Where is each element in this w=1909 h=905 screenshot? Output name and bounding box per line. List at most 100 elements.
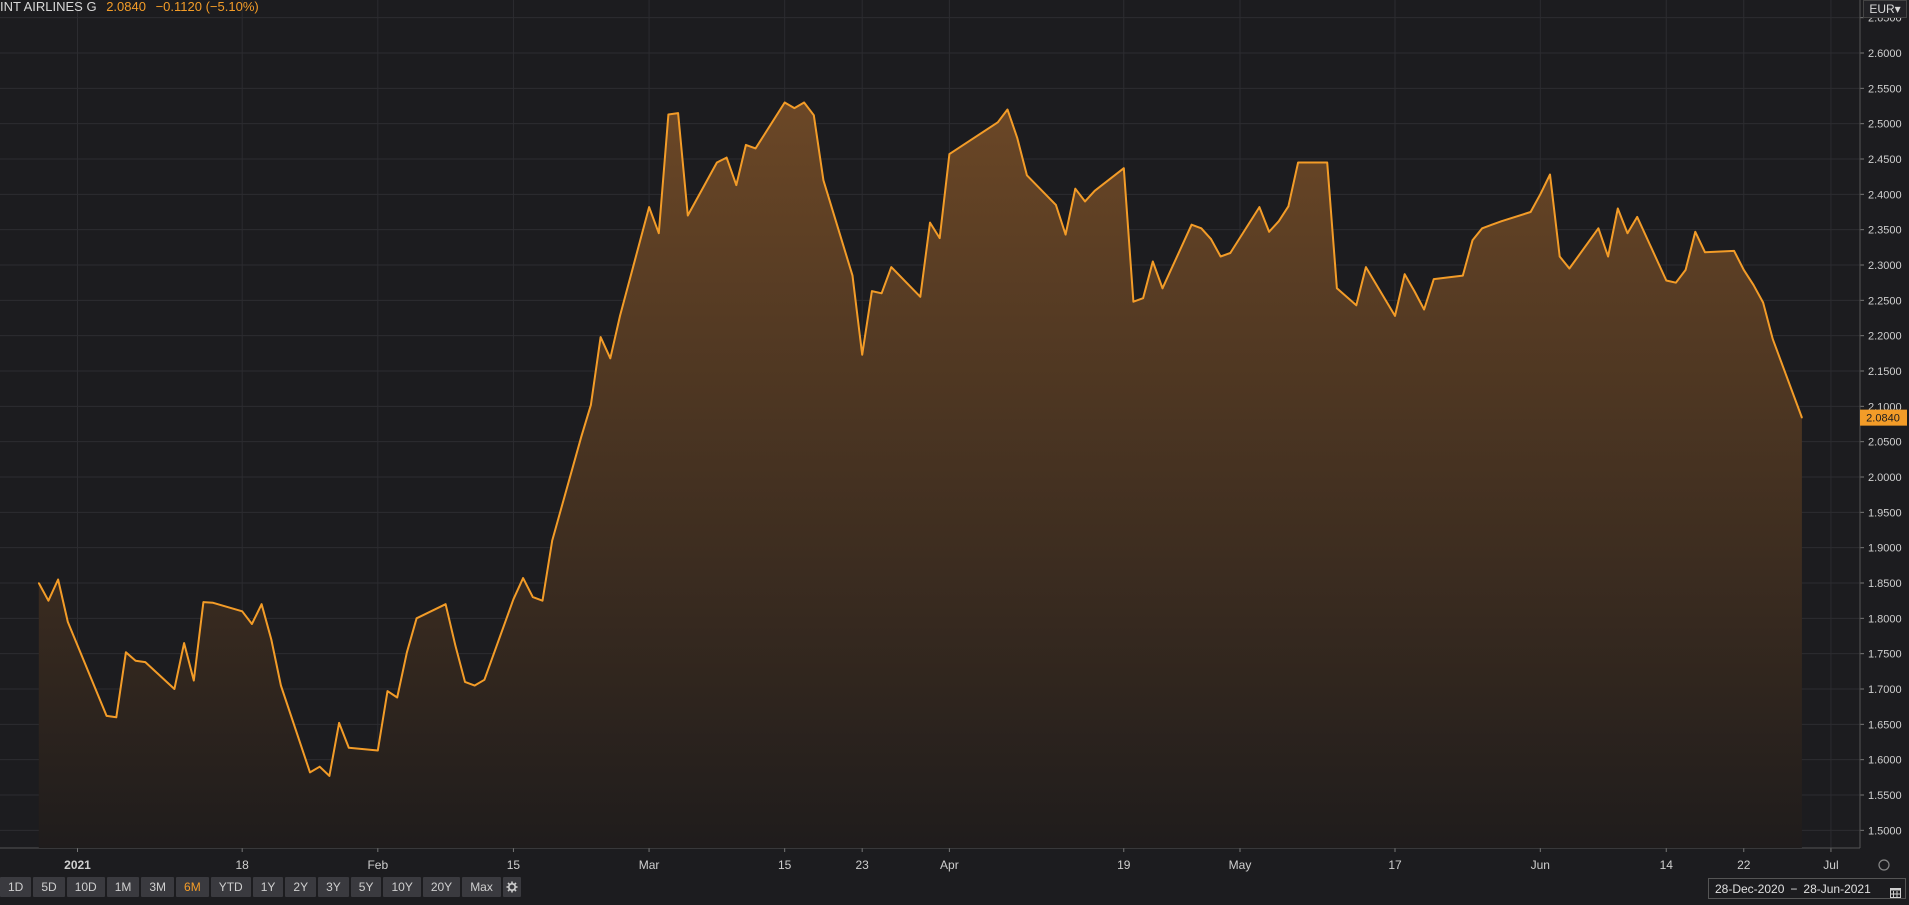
- y-tick-label: 1.8000: [1868, 613, 1902, 625]
- range-button-5y[interactable]: 5Y: [350, 877, 382, 897]
- price-change: −0.1120 (−5.10%): [155, 0, 259, 14]
- range-button-1y[interactable]: 1Y: [252, 877, 284, 897]
- y-tick-label: 1.6500: [1868, 719, 1902, 731]
- data-point: [1762, 301, 1764, 304]
- data-point: [415, 617, 418, 620]
- range-button-1d[interactable]: 1D: [0, 877, 32, 897]
- data-point: [406, 651, 408, 654]
- range-selector: 1D 5D 10D 1M 3M 6M YTD 1Y 2Y 3Y 5Y 10Y 20Y Max: [0, 877, 521, 901]
- data-point: [328, 775, 331, 777]
- data-point: [541, 599, 544, 602]
- x-tick-label: Feb: [367, 858, 388, 872]
- data-point: [1549, 173, 1551, 176]
- data-point: [783, 101, 786, 104]
- data-point: [241, 610, 243, 613]
- data-point: [1122, 167, 1125, 169]
- x-tick-label: 18: [236, 858, 250, 872]
- range-button-3m[interactable]: 3M: [141, 877, 175, 897]
- settings-gear-icon[interactable]: [502, 877, 521, 897]
- last-value-label: 2.0840: [1866, 413, 1900, 425]
- date-range-field[interactable]: 28-Dec-2020−28-Jun-2021: [1708, 878, 1906, 899]
- data-point: [725, 156, 728, 159]
- range-button-max[interactable]: Max: [462, 877, 501, 897]
- range-button-20y[interactable]: 20Y: [422, 877, 461, 897]
- data-point: [125, 651, 127, 654]
- data-point: [1481, 227, 1483, 230]
- range-button-10d[interactable]: 10D: [66, 877, 105, 897]
- data-point: [464, 681, 466, 683]
- data-point: [105, 715, 108, 717]
- data-point: [1142, 297, 1144, 300]
- data-point: [687, 214, 689, 217]
- calendar-icon[interactable]: [1890, 884, 1901, 905]
- data-point: [657, 232, 660, 234]
- data-point: [1675, 281, 1677, 284]
- data-point: [1161, 287, 1164, 290]
- currency-select[interactable]: EUR▾: [1863, 0, 1907, 18]
- data-point: [1336, 287, 1338, 290]
- data-point: [483, 679, 486, 681]
- crosshair-reset-icon[interactable]: [1878, 859, 1890, 871]
- data-point: [1491, 223, 1493, 226]
- data-point: [1432, 278, 1435, 280]
- data-point: [396, 696, 398, 699]
- data-point: [1277, 220, 1280, 222]
- x-tick-label: 15: [507, 858, 521, 872]
- data-point: [144, 661, 147, 663]
- range-button-ytd[interactable]: YTD: [210, 877, 251, 897]
- data-point: [619, 315, 621, 317]
- data-point: [1287, 205, 1290, 208]
- y-tick-label: 2.5500: [1868, 83, 1902, 95]
- data-point: [1500, 220, 1503, 222]
- data-point: [803, 101, 805, 104]
- data-point: [251, 623, 253, 625]
- range-button-5d[interactable]: 5D: [33, 877, 65, 897]
- data-point: [590, 404, 592, 406]
- data-point: [386, 690, 389, 692]
- range-button-2y[interactable]: 2Y: [285, 877, 317, 897]
- data-point: [1413, 290, 1416, 292]
- y-tick-label: 1.6000: [1868, 755, 1902, 767]
- last-price: 2.0840: [106, 0, 146, 14]
- data-point: [347, 746, 350, 749]
- range-button-3y[interactable]: 3Y: [318, 877, 349, 897]
- x-tick-label: May: [1229, 858, 1252, 872]
- y-tick-label: 2.4500: [1868, 154, 1902, 166]
- x-tick-label: Apr: [940, 858, 959, 872]
- data-point: [677, 112, 679, 114]
- data-point: [938, 237, 941, 239]
- range-button-10y[interactable]: 10Y: [383, 877, 421, 897]
- data-point: [754, 147, 757, 150]
- y-tick-label: 1.5500: [1868, 790, 1902, 802]
- y-tick-label: 2.0500: [1868, 437, 1902, 449]
- data-point: [454, 644, 457, 646]
- range-button-6m[interactable]: 6M: [176, 877, 209, 897]
- data-point: [270, 638, 273, 641]
- price-chart[interactable]: 1.5000 1.5500 1.6000 1.6500 1.7000 1.7500 1.80…: [0, 0, 1909, 905]
- y-tick-label: 2.1500: [1868, 366, 1902, 378]
- data-point: [997, 121, 999, 124]
- x-tick-label: Jun: [1531, 858, 1550, 872]
- y-tick-label: 2.5000: [1868, 119, 1902, 131]
- data-point: [861, 353, 863, 356]
- data-point: [338, 722, 340, 724]
- data-point: [1597, 227, 1600, 230]
- y-tick-label: 2.0000: [1868, 472, 1902, 484]
- x-tick-label: 22: [1737, 858, 1751, 872]
- data-point: [1423, 308, 1425, 311]
- data-point: [1258, 206, 1261, 208]
- x-tick-label: 23: [856, 858, 870, 872]
- data-point: [1229, 252, 1232, 254]
- data-point: [512, 598, 515, 601]
- data-point: [1190, 223, 1193, 226]
- data-point: [280, 684, 282, 687]
- data-point: [1210, 238, 1212, 240]
- data-point: [1607, 255, 1609, 258]
- range-button-1m[interactable]: 1M: [106, 877, 140, 897]
- data-point: [1026, 174, 1028, 177]
- data-point: [1665, 279, 1668, 282]
- data-point: [1403, 273, 1406, 275]
- data-point: [134, 659, 137, 662]
- data-point: [1801, 416, 1803, 419]
- data-point: [1084, 200, 1086, 203]
